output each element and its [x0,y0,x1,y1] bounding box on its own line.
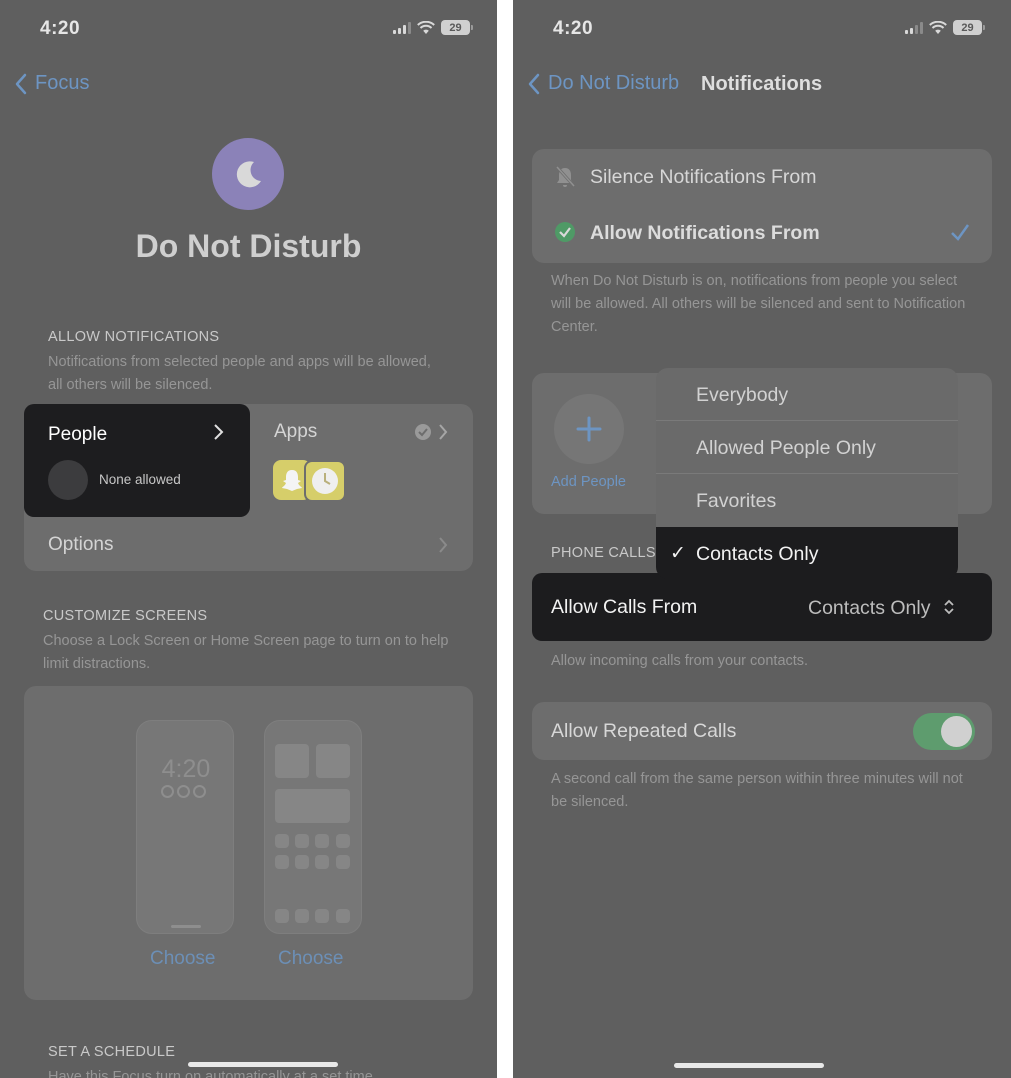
status-icons: 29 [905,20,985,35]
allow-notifications-option[interactable]: Allow Notifications From [590,222,820,245]
home-bar [171,925,201,928]
mode-description: When Do Not Disturb is on, notifications… [551,273,966,335]
home-indicator[interactable] [674,1063,824,1068]
checkmark-seal-icon [555,222,575,242]
right-screen: 4:20 29 Do Not Disturb Notifications Sil… [513,0,1011,1078]
options-label[interactable]: Options [48,534,113,556]
apps-label[interactable]: Apps [274,421,317,443]
calls-from-menu: Everybody Allowed People Only Favorites [656,368,958,528]
menu-item-contacts-only[interactable]: ✓ Contacts Only [656,527,958,579]
add-people-button[interactable] [554,394,624,464]
options-chevron-icon [439,537,448,553]
chevron-left-icon [15,73,27,94]
customize-screens-description: Choose a Lock Screen or Home Screen page… [43,633,449,672]
toggle-knob [941,716,972,747]
phone-calls-description: Allow incoming calls from your contacts. [551,653,809,669]
customize-screens-card: 4:20 Choose Choose [24,686,473,1000]
status-icons: 29 [393,20,473,35]
menu-item-label: Contacts Only [696,543,819,565]
avatar [48,460,88,500]
chevron-right-icon [439,424,448,440]
menu-item-favorites[interactable]: Favorites [696,490,776,513]
cellular-signal-icon [393,21,411,34]
plus-icon [576,416,602,442]
chevron-left-icon [528,73,540,94]
status-time: 4:20 [40,18,81,39]
home-indicator[interactable] [188,1062,338,1067]
silence-notifications-option[interactable]: Silence Notifications From [590,166,817,189]
bell-slash-icon [555,165,576,188]
focus-title: Do Not Disturb [135,228,362,264]
battery-icon: 29 [953,20,985,35]
notification-mode-card: Silence Notifications From Allow Notific… [532,149,992,263]
repeated-calls-description: A second call from the same person withi… [551,771,963,810]
chevron-up-down-icon [944,599,954,615]
wifi-icon [417,20,435,34]
lock-screen-preview[interactable]: 4:20 [136,720,234,934]
set-schedule-header: SET A SCHEDULE [48,1044,176,1060]
back-button[interactable]: Do Not Disturb [528,72,679,95]
wifi-icon [929,20,947,34]
phone-calls-header: PHONE CALLS [551,545,656,561]
selected-check-icon: ✓ [670,543,686,564]
status-time: 4:20 [553,18,594,39]
people-status: None allowed [99,472,181,487]
allow-notifications-header: ALLOW NOTIFICATIONS [48,329,220,345]
moon-icon [212,138,284,210]
customize-screens-header: CUSTOMIZE SCREENS [43,608,208,624]
back-button[interactable]: Focus [15,72,89,95]
set-schedule-description: Have this Focus turn on automatically at… [48,1069,373,1078]
home-screen-preview[interactable] [264,720,362,934]
verified-badge-icon [415,424,431,440]
choose-home-screen-button[interactable]: Choose [278,948,344,970]
menu-item-allowed-people-only[interactable]: Allowed People Only [696,437,876,460]
left-screen: 4:20 29 Focus Do Not Disturb ALLOW NOTIF… [0,0,497,1078]
check-icon [951,224,970,241]
allow-calls-label: Allow Calls From [551,596,698,618]
clock-app-icon [304,460,346,502]
allow-notifications-description: Notifications from selected people and a… [48,354,431,393]
allow-calls-row[interactable]: Allow Calls From Contacts Only [532,573,992,641]
lock-preview-time: 4:20 [161,755,211,783]
people-label: People [48,424,108,445]
back-label: Focus [35,72,90,94]
cellular-signal-icon [905,21,923,34]
people-button[interactable]: People None allowed [24,404,250,517]
add-people-label: Add People [551,474,626,490]
chevron-right-icon [214,424,224,440]
repeated-calls-label: Allow Repeated Calls [551,720,737,742]
repeated-calls-toggle[interactable] [913,713,975,750]
battery-icon: 29 [441,20,473,35]
choose-lock-screen-button[interactable]: Choose [150,948,216,970]
page-title: Notifications [701,73,823,95]
back-label: Do Not Disturb [548,72,680,94]
widget-dots [161,785,206,798]
allow-calls-value: Contacts Only [808,597,931,619]
menu-item-everybody[interactable]: Everybody [696,384,788,407]
